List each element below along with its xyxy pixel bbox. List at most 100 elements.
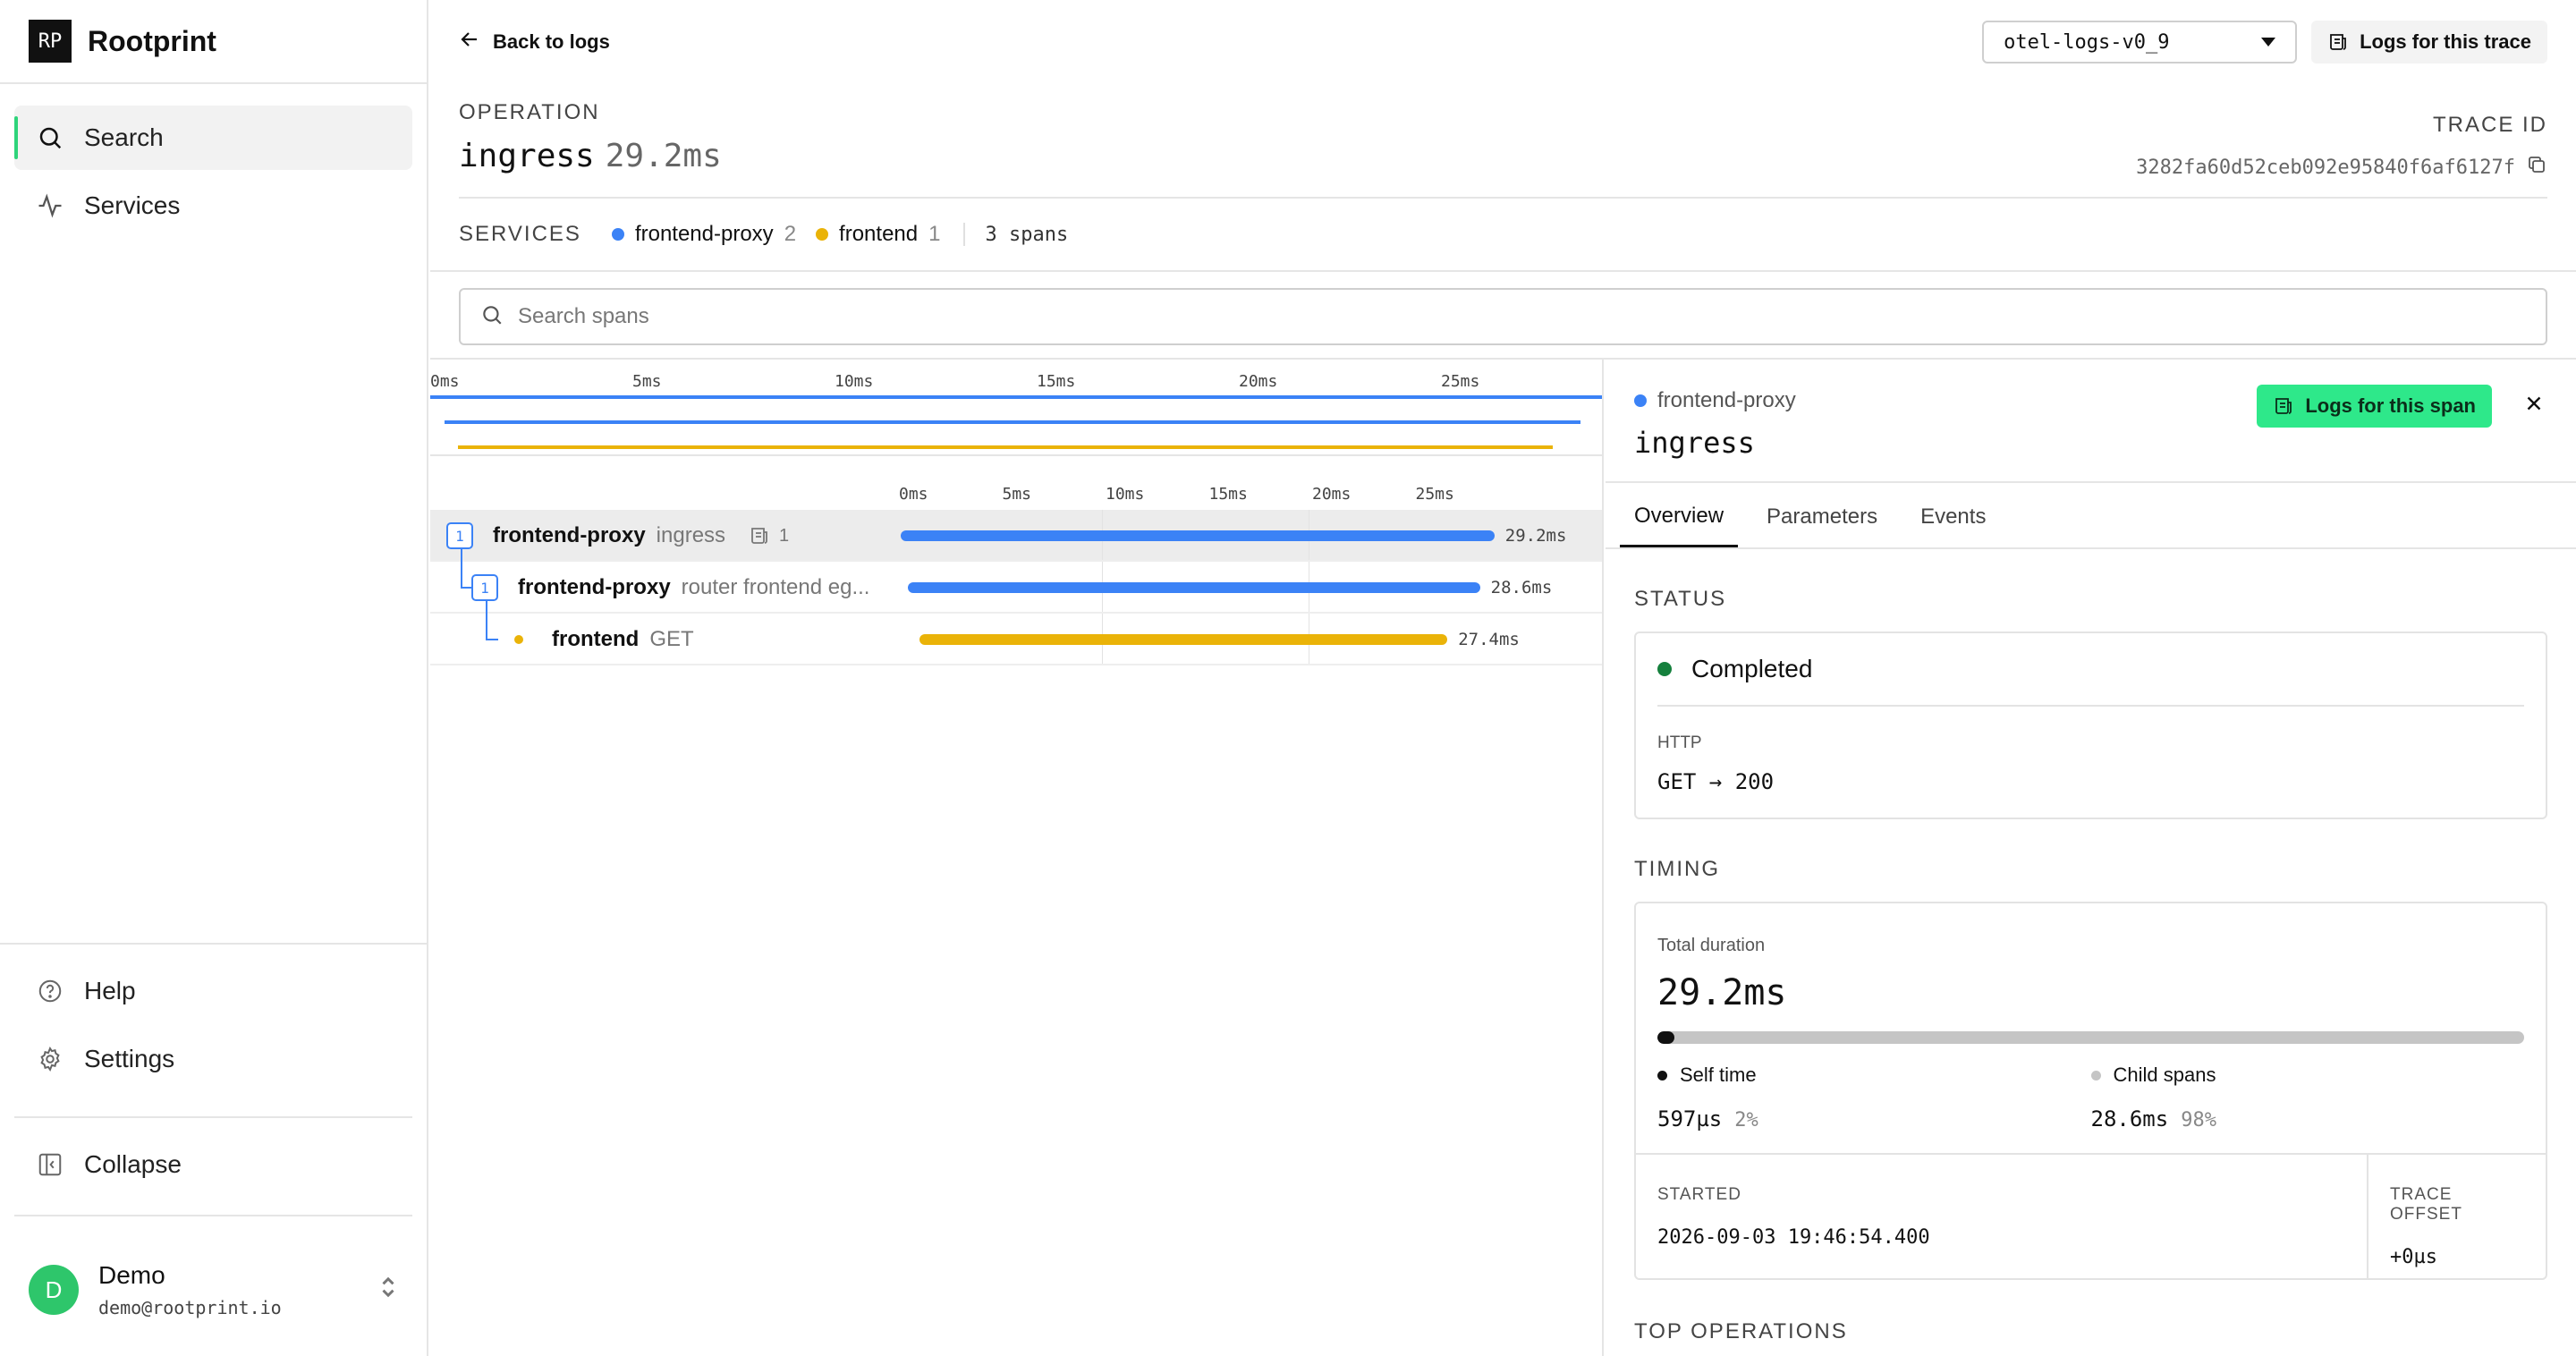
help-circle-icon: [36, 977, 64, 1005]
started-value: 2026-09-03 19:46:54.400: [1657, 1226, 1930, 1249]
trace-id-block: TRACE ID 3282fa60d52ceb092e95840f6af6127…: [2136, 113, 2547, 181]
dataset-value: otel-logs-v0_9: [2004, 30, 2170, 54]
ruler-tick: 20ms: [1312, 485, 1352, 504]
topbar: Back to logs otel-logs-v0_9 Logs for thi…: [430, 0, 2576, 84]
waterfall-pane: 0ms 5ms 10ms 15ms 20ms 25ms 0ms 5ms 10ms 15ms 20m…: [430, 360, 1604, 1356]
span-label: 1 frontend-proxy ingress 1: [446, 510, 789, 562]
trace-offset-label: TRACE OFFSET: [2390, 1185, 2462, 1224]
trace-minimap[interactable]: 0ms 5ms 10ms 15ms 20ms 25ms: [430, 360, 1602, 456]
span-row[interactable]: 1 frontend-proxy router frontend eg... 28.6…: [430, 549, 1602, 614]
brand-logo: RP: [29, 20, 72, 63]
sidebar-item-label: Settings: [84, 1045, 175, 1072]
search-icon: [480, 303, 504, 331]
user-menu[interactable]: D Demo demo@rootprint.io: [0, 1224, 427, 1356]
span-search-input[interactable]: [518, 304, 2526, 329]
trace-id-label: TRACE ID: [2432, 113, 2547, 137]
minimap-tick: 0ms: [430, 372, 460, 391]
legend-dot: [2090, 1070, 2101, 1081]
status-text: Completed: [1691, 655, 1813, 682]
operation-header: OPERATION ingress 29.2ms TRACE ID 3282fa6…: [430, 84, 2576, 197]
timing-card: Total duration 29.2ms Self time 597µs 2%…: [1634, 902, 2547, 1280]
sidebar-item-help[interactable]: Help: [14, 959, 412, 1023]
back-to-logs-label: Back to logs: [493, 30, 610, 53]
http-label: HTTP: [1657, 733, 1702, 752]
top-operations-section-label: TOP OPERATIONS: [1634, 1319, 1848, 1343]
user-email: demo@rootprint.io: [98, 1297, 282, 1318]
detail-tabs: Overview Parameters Events: [1606, 483, 2576, 549]
self-time-fill: [1657, 1031, 1675, 1044]
expand-toggle[interactable]: 1: [446, 522, 473, 549]
divider: [963, 223, 966, 246]
span-operation: router frontend eg...: [681, 575, 870, 599]
sidebar-item-settings[interactable]: Settings: [14, 1027, 412, 1091]
span-row[interactable]: 1 frontend-proxy ingress 1 29.2ms: [430, 510, 1602, 562]
back-to-logs-link[interactable]: Back to logs: [459, 28, 610, 56]
self-time-label: Self time: [1680, 1064, 1757, 1086]
span-detail-pane: frontend-proxy ingress Logs for this spa…: [1606, 360, 2576, 1356]
http-value: GET → 200: [1636, 753, 2546, 818]
span-detail-header: frontend-proxy ingress Logs for this spa…: [1606, 360, 2576, 483]
span-row[interactable]: frontend GET 27.4ms: [430, 601, 1602, 665]
sidebar-item-label: Help: [84, 977, 136, 1004]
chevron-updown-icon: [378, 1274, 398, 1307]
span-bar[interactable]: [901, 530, 1495, 541]
service-count: 2: [784, 222, 797, 246]
search-icon: [36, 123, 64, 152]
span-search-box[interactable]: [459, 288, 2547, 345]
logs-for-span-button[interactable]: Logs for this span: [2257, 385, 2492, 428]
legend-dot: [1657, 1070, 1667, 1081]
dataset-select[interactable]: otel-logs-v0_9: [1982, 21, 2298, 64]
trace-id[interactable]: 3282fa60d52ceb092e95840f6af6127f: [2136, 154, 2547, 181]
brand[interactable]: RP Rootprint: [0, 0, 427, 84]
ruler-tick: 0ms: [899, 485, 928, 504]
trace-id-value: 3282fa60d52ceb092e95840f6af6127f: [2136, 156, 2515, 179]
ruler-tick: 10ms: [1106, 485, 1145, 504]
sidebar-item-label: Search: [84, 123, 164, 151]
copy-icon[interactable]: [2526, 154, 2547, 181]
span-operation: GET: [649, 627, 694, 651]
span-label: frontend GET: [496, 614, 694, 665]
span-search-wrap: [430, 270, 2576, 360]
span-logs-count[interactable]: 1: [749, 525, 789, 547]
http-method: GET: [1657, 769, 1697, 794]
services-bar: SERVICES frontend-proxy 2 frontend 1 3 s…: [459, 197, 2547, 270]
collapse-button[interactable]: Collapse: [14, 1132, 412, 1197]
trace-offset-value: +0µs: [2390, 1246, 2437, 1268]
service-count: 1: [928, 222, 941, 246]
logs-icon: [2330, 34, 2346, 50]
started-label: STARTED: [1657, 1185, 1741, 1204]
minimap-span-bar: [458, 445, 1553, 449]
tab-overview[interactable]: Overview: [1620, 504, 1739, 547]
span-service: frontend-proxy: [518, 575, 671, 599]
tree-connector: [486, 639, 498, 640]
span-bar[interactable]: [919, 634, 1448, 645]
trace-split-view: 0ms 5ms 10ms 15ms 20ms 25ms 0ms 5ms 10ms 15ms 20m…: [430, 358, 2576, 1356]
minimap-tick: 5ms: [632, 372, 662, 391]
logs-for-trace-button[interactable]: Logs for this trace: [2311, 21, 2547, 64]
ruler-tick: 15ms: [1208, 485, 1248, 504]
minimap-tick: 25ms: [1441, 372, 1480, 391]
child-spans-value: 28.6ms 98%: [2091, 1106, 2525, 1131]
sidebar: RP Rootprint Search Services Help Settin…: [0, 0, 428, 1356]
close-icon[interactable]: [2522, 392, 2546, 422]
child-spans-label: Child spans: [2113, 1064, 2216, 1086]
sidebar-item-services[interactable]: Services: [14, 174, 412, 238]
sidebar-item-search[interactable]: Search: [14, 106, 412, 170]
avatar: D: [29, 1265, 79, 1315]
span-bar[interactable]: [907, 582, 1480, 593]
logs-icon: [751, 528, 767, 544]
tab-parameters[interactable]: Parameters: [1752, 504, 1892, 547]
service-chip-frontend[interactable]: frontend 1: [816, 222, 940, 247]
http-status-code: 200: [1734, 769, 1775, 794]
expand-toggle[interactable]: 1: [471, 574, 498, 601]
span-operation: ingress: [656, 523, 726, 547]
service-chip-frontend-proxy[interactable]: frontend-proxy 2: [611, 222, 797, 247]
service-color-dot: [514, 635, 523, 644]
service-name: frontend-proxy: [634, 222, 774, 246]
tree-connector: [461, 549, 462, 588]
tab-events[interactable]: Events: [1906, 504, 2000, 547]
logs-for-span-label: Logs for this span: [2305, 394, 2476, 417]
self-time-value: 597µs 2%: [1657, 1106, 2091, 1131]
operation-duration: 29.2ms: [605, 138, 722, 174]
ruler-tick: 25ms: [1415, 485, 1454, 504]
